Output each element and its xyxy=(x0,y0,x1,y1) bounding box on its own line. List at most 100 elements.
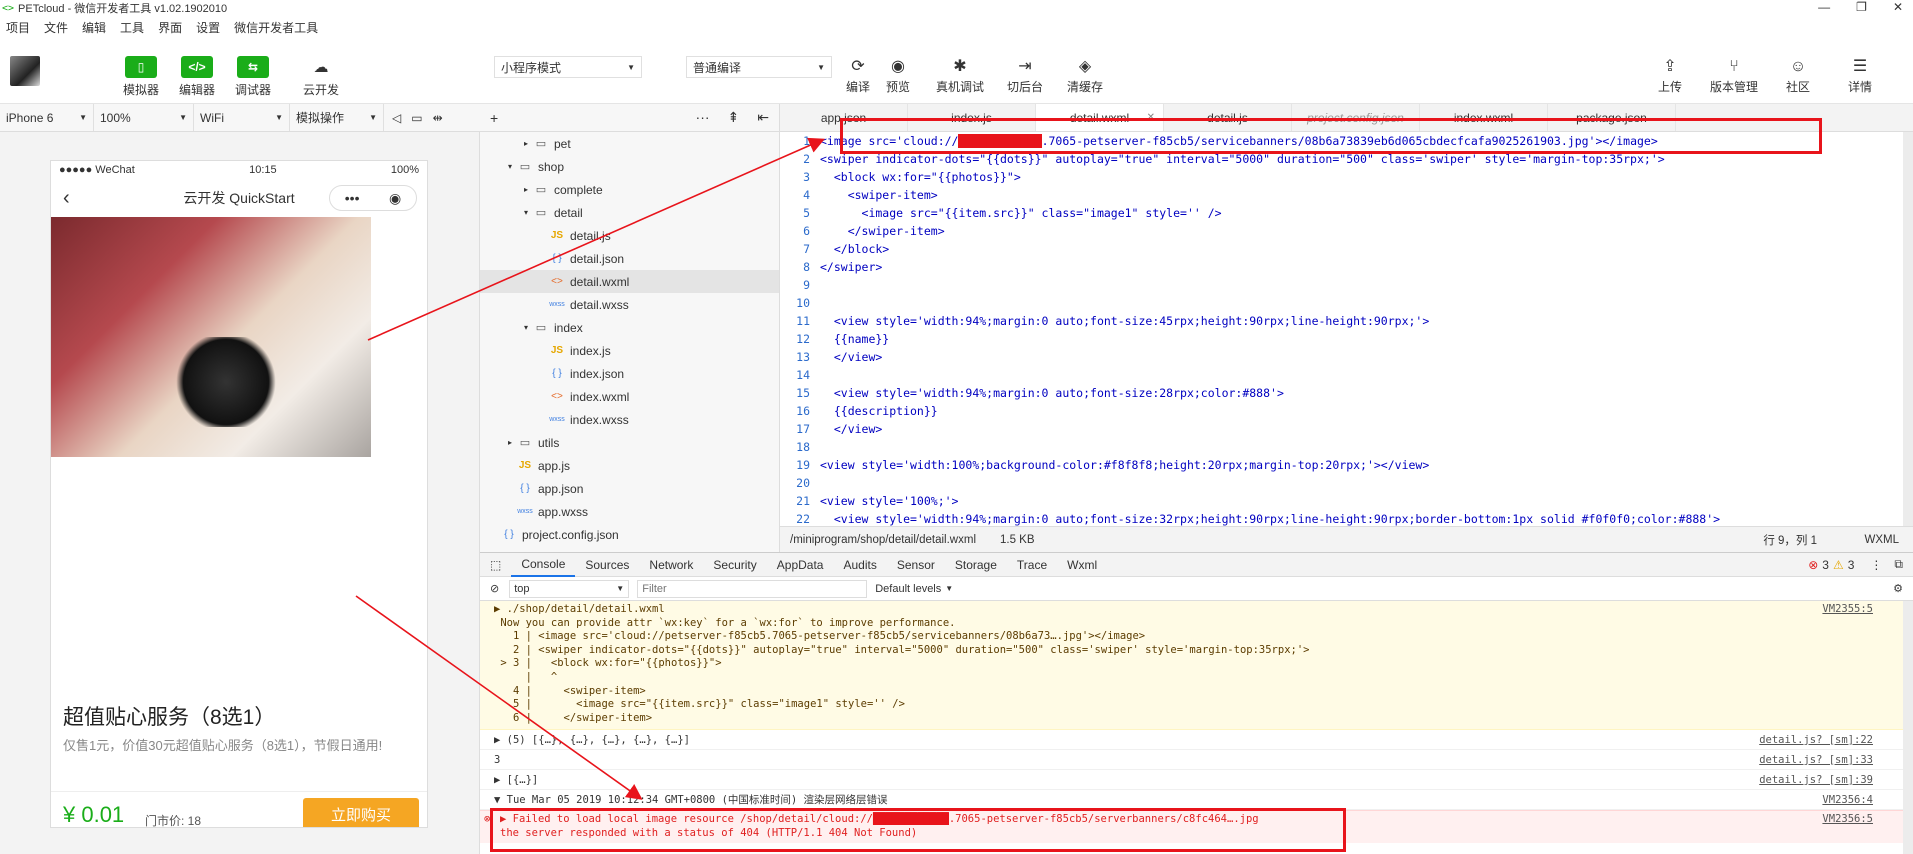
split-icon[interactable]: ⇹ xyxy=(433,111,443,125)
tree-item[interactable]: wxss index.wxss xyxy=(480,408,779,431)
code-line[interactable]: 13 </view> xyxy=(780,348,1913,366)
close-tab-icon[interactable]: ✕ xyxy=(1147,112,1155,123)
code-line[interactable]: 4 <swiper-item> xyxy=(780,186,1913,204)
editor-tab[interactable]: index.wxml xyxy=(1420,104,1548,131)
menu-view[interactable]: 界面 xyxy=(158,19,182,36)
error-count[interactable]: 3 xyxy=(1822,558,1829,572)
simulator-button[interactable]: ▯ 模拟器 xyxy=(116,56,166,98)
console-row[interactable]: ▶ [{…}] detail.js? [sm]:39 xyxy=(480,770,1913,791)
tree-item[interactable]: wxss detail.wxss xyxy=(480,293,779,316)
community-button[interactable]: ☺ 社区 xyxy=(1768,56,1828,95)
code-line[interactable]: 15 <view style='width:94%;margin:0 auto;… xyxy=(780,384,1913,402)
tab-sources[interactable]: Sources xyxy=(575,558,639,572)
editor-tab[interactable]: package.json xyxy=(1548,104,1676,131)
tree-item[interactable]: { } app.json xyxy=(480,477,779,500)
details-button[interactable]: ☰ 详情 xyxy=(1830,56,1890,95)
chevron-down-icon[interactable]: ▾ xyxy=(504,162,516,171)
menu-project[interactable]: 项目 xyxy=(6,19,30,36)
language-mode[interactable]: WXML xyxy=(1865,534,1900,546)
gear-icon[interactable]: ⚙ xyxy=(1893,582,1913,595)
menu-file[interactable]: 文件 xyxy=(44,19,68,36)
tree-item[interactable]: ▾ ▭ detail xyxy=(480,201,779,224)
banner-image[interactable] xyxy=(51,217,371,457)
warning-count[interactable]: 3 xyxy=(1848,558,1855,572)
chevron-right-icon[interactable]: ▸ xyxy=(520,185,532,194)
console-row[interactable]: ▶ (5) [{…}, {…}, {…}, {…}, {…}] detail.js… xyxy=(480,730,1913,751)
tree-item[interactable]: { } index.json xyxy=(480,362,779,385)
tree-item[interactable]: ▸ ▭ complete xyxy=(480,178,779,201)
device-select[interactable]: iPhone 6 ▼ xyxy=(0,104,94,131)
code-line[interactable]: 16 {{description}} xyxy=(780,402,1913,420)
buy-button[interactable]: 立即购买 xyxy=(303,798,419,827)
code-line[interactable]: 7 </block> xyxy=(780,240,1913,258)
code-line[interactable]: 6 </swiper-item> xyxy=(780,222,1913,240)
log-levels-select[interactable]: Default levels xyxy=(875,583,941,595)
console-scrollbar[interactable] xyxy=(1903,601,1913,854)
tab-storage[interactable]: Storage xyxy=(945,558,1007,572)
tab-audits[interactable]: Audits xyxy=(833,558,886,572)
editor-scrollbar[interactable] xyxy=(1903,132,1913,526)
background-button[interactable]: ⇥ 切后台 xyxy=(995,56,1055,95)
code-line[interactable]: 3 <block wx:for="{{photos}}"> xyxy=(780,168,1913,186)
compile-select[interactable]: 普通编译 ▼ xyxy=(686,56,832,78)
tab-wxml[interactable]: Wxml xyxy=(1057,558,1107,572)
undock-icon[interactable]: ⧉ xyxy=(1894,557,1903,572)
editor-tab[interactable]: app.json xyxy=(780,104,908,131)
source-link[interactable]: detail.js? [sm]:22 xyxy=(1759,734,1873,746)
volume-icon[interactable]: ◁ xyxy=(392,111,401,125)
upload-button[interactable]: ⇪ 上传 xyxy=(1640,56,1700,95)
tree-item[interactable]: ▸ ▭ utils xyxy=(480,431,779,454)
code-line[interactable]: 5 <image src="{{item.src}}" class="image… xyxy=(780,204,1913,222)
rotate-icon[interactable]: ▭ xyxy=(411,111,422,125)
code-line[interactable]: 12 {{name}} xyxy=(780,330,1913,348)
remote-debug-button[interactable]: ✱ 真机调试 xyxy=(930,56,990,95)
version-button[interactable]: ⑂ 版本管理 xyxy=(1704,56,1764,95)
preview-button[interactable]: ◉ 预览 xyxy=(868,56,928,95)
tree-item[interactable]: <> detail.wxml xyxy=(480,270,779,293)
tab-console[interactable]: Console xyxy=(511,553,576,577)
console-row[interactable]: 3 detail.js? [sm]:33 xyxy=(480,750,1913,771)
mode-select[interactable]: 小程序模式 ▼ xyxy=(494,56,642,78)
code-line[interactable]: 19 <view style='width:100%;background-col… xyxy=(780,456,1913,474)
code-line[interactable]: 11 <view style='width:94%;margin:0 auto;… xyxy=(780,312,1913,330)
code-line[interactable]: 22 <view style='width:94%;margin:0 auto;… xyxy=(780,510,1913,526)
tab-sensor[interactable]: Sensor xyxy=(887,558,945,572)
code-line[interactable]: 18 xyxy=(780,438,1913,456)
menu-settings[interactable]: 设置 xyxy=(196,19,220,36)
add-file-icon[interactable]: + xyxy=(490,110,498,126)
tree-item[interactable]: JS app.js xyxy=(480,454,779,477)
context-select[interactable]: top ▼ xyxy=(509,579,630,598)
chevron-right-icon[interactable]: ▸ xyxy=(504,438,516,447)
more-icon[interactable]: ··· xyxy=(696,109,710,126)
code-line[interactable]: 9 xyxy=(780,276,1913,294)
chevron-down-icon[interactable]: ▾ xyxy=(520,208,532,217)
debugger-button[interactable]: ⇆ 调试器 xyxy=(228,56,278,98)
tree-item[interactable]: JS index.js xyxy=(480,339,779,362)
capsule-menu[interactable]: ••• ◉ xyxy=(329,185,417,211)
editor-tab[interactable]: project.config.json xyxy=(1292,104,1420,131)
collapse-icon[interactable]: ⇞ xyxy=(728,109,740,126)
tree-item[interactable]: ▸ ▭ pet xyxy=(480,132,779,155)
tree-item[interactable]: wxss app.wxss xyxy=(480,500,779,523)
source-link[interactable]: VM2355:5 xyxy=(1822,603,1873,615)
split-icon[interactable]: ⇤ xyxy=(757,109,769,126)
code-line[interactable]: 2 <swiper indicator-dots="{{dots}}" autop… xyxy=(780,150,1913,168)
more-icon[interactable]: ••• xyxy=(345,190,360,206)
tab-appdata[interactable]: AppData xyxy=(767,558,834,572)
tab-security[interactable]: Security xyxy=(703,558,766,572)
zoom-select[interactable]: 100% ▼ xyxy=(94,104,194,131)
code-line[interactable]: 17 </view> xyxy=(780,420,1913,438)
tree-item[interactable]: { } detail.json xyxy=(480,247,779,270)
tree-item[interactable]: ▾ ▭ shop xyxy=(480,155,779,178)
console-warning[interactable]: VM2355:5 ▶ ./shop/detail/detail.wxml Now… xyxy=(480,601,1913,731)
minimize-icon[interactable]: — xyxy=(1818,0,1830,14)
inspect-icon[interactable]: ⬚ xyxy=(480,558,511,572)
clear-cache-button[interactable]: ◈ 清缓存 xyxy=(1055,56,1115,95)
editor-tab[interactable]: detail.wxml ✕ xyxy=(1036,104,1164,131)
target-icon[interactable]: ◉ xyxy=(389,190,401,207)
close-icon[interactable]: ✕ xyxy=(1893,0,1903,14)
code-line[interactable]: 21 <view style='100%;'> xyxy=(780,492,1913,510)
source-link[interactable]: VM2356:5 xyxy=(1822,813,1873,825)
tree-item[interactable]: <> index.wxml xyxy=(480,385,779,408)
editor-button[interactable]: </> 编辑器 xyxy=(172,56,222,98)
